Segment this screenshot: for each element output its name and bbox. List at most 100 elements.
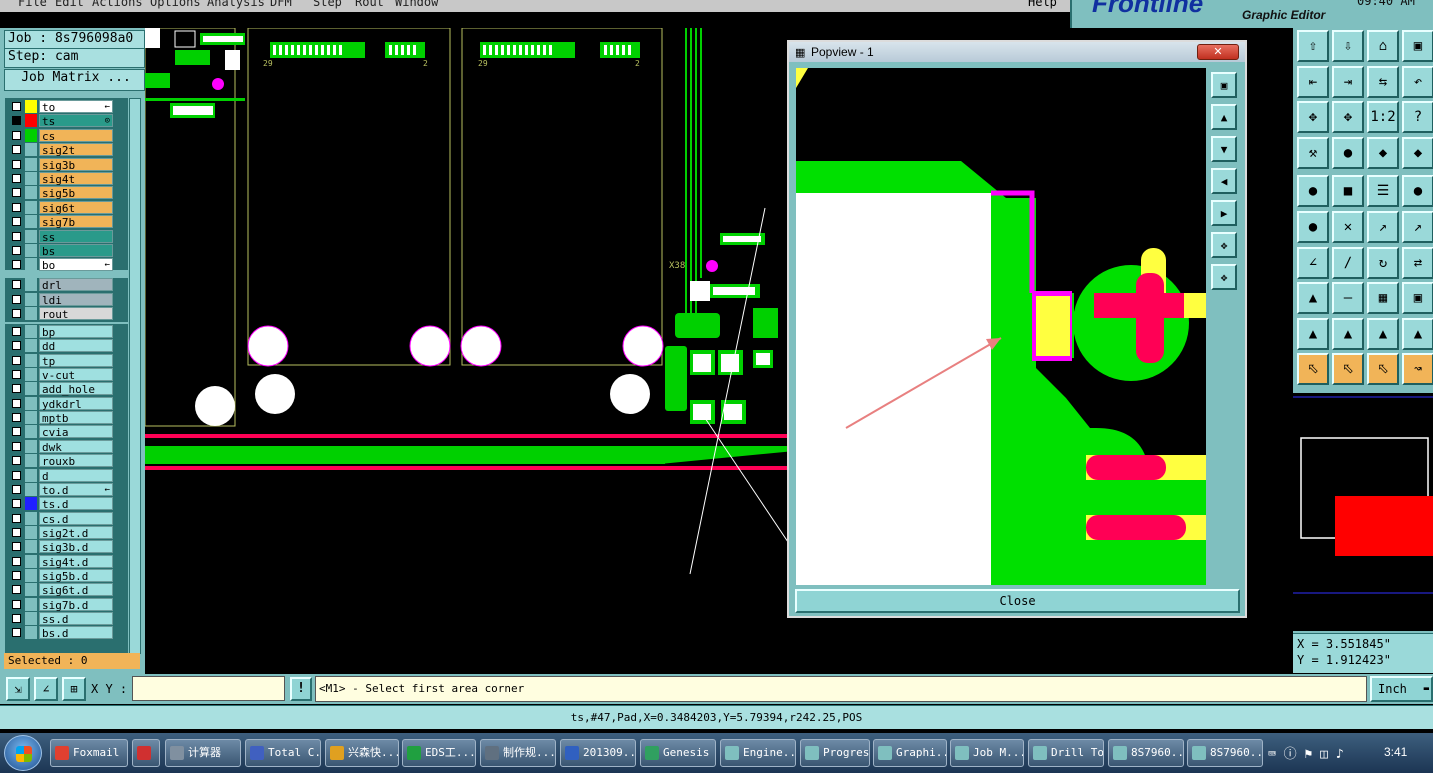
taskbar-item[interactable]: 计算器 <box>165 739 241 767</box>
layer-row[interactable]: ydkdrl <box>10 396 114 411</box>
layer-row[interactable]: sig6t.d <box>10 583 114 597</box>
layer-checkbox[interactable] <box>12 327 21 336</box>
layer-row[interactable]: ts.d <box>10 497 114 511</box>
layer-checkbox[interactable] <box>12 398 21 408</box>
layer-checkbox[interactable] <box>12 456 21 466</box>
layer-color-swatch[interactable] <box>25 626 37 640</box>
popview-move-icon[interactable]: ✥ <box>1211 264 1237 290</box>
taskbar-item[interactable]: 201309... <box>560 739 636 767</box>
layer-color-swatch[interactable] <box>25 100 37 113</box>
layer-checkbox[interactable] <box>12 174 21 183</box>
taskbar-item[interactable]: 制作规... <box>480 739 556 767</box>
menu-dfm[interactable]: DFM <box>270 0 292 9</box>
units-select[interactable]: Inch ▬ <box>1370 676 1433 702</box>
taskbar-item[interactable]: Job M... <box>950 739 1024 767</box>
layer-row[interactable]: cs <box>10 128 114 143</box>
layer-color-swatch[interactable] <box>25 454 37 468</box>
layer-row[interactable]: sig2t.d <box>10 525 114 540</box>
layer-color-swatch[interactable] <box>25 215 37 229</box>
layer-name[interactable]: to ← <box>39 100 113 114</box>
layer-color-swatch[interactable] <box>25 612 37 625</box>
layer-checkbox[interactable] <box>12 355 21 365</box>
taskbar-item[interactable]: 8S7960... <box>1108 739 1184 767</box>
layer-checkbox[interactable] <box>12 217 21 227</box>
menu-help[interactable]: Help <box>1028 0 1057 9</box>
layer-name[interactable]: ydkdrl <box>39 396 113 411</box>
rotate-icon[interactable]: ↻ <box>1367 246 1399 279</box>
layer-name[interactable]: ts ⊙ <box>39 114 113 128</box>
layer-name[interactable]: sig2t <box>39 143 113 157</box>
flag-icon[interactable]: ⚑ <box>1305 747 1313 762</box>
taskbar-item[interactable] <box>132 739 160 767</box>
layer-checkbox[interactable] <box>12 628 21 638</box>
layer-checkbox[interactable] <box>12 570 21 580</box>
measure-icon[interactable]: ∠ <box>34 677 58 701</box>
layer-name[interactable]: sig4t.d <box>39 554 113 569</box>
point-icon[interactable]: ↗ <box>1402 211 1433 243</box>
layer-row[interactable]: add_hole <box>10 382 114 396</box>
layer-row[interactable]: tp <box>10 353 114 368</box>
popview-pan-right-icon[interactable]: ▶ <box>1211 200 1237 226</box>
help-icon[interactable]: ⓘ <box>1284 747 1297 762</box>
layer-checkbox[interactable] <box>12 246 21 255</box>
popview-center-icon[interactable]: ✥ <box>1211 232 1237 258</box>
arrow-c-icon[interactable]: ▲ <box>1402 317 1433 350</box>
network-icon[interactable]: ◫ <box>1320 747 1328 762</box>
layer-name[interactable]: ss.d <box>39 612 113 626</box>
layer-color-swatch[interactable] <box>25 482 37 496</box>
layer-name[interactable]: bs <box>39 244 113 258</box>
layer-name[interactable]: drl <box>39 278 113 292</box>
layer-checkbox[interactable] <box>12 599 21 609</box>
layer-name[interactable]: rout <box>39 307 113 321</box>
grid-icon[interactable]: ⊞ <box>62 677 86 701</box>
layer-row[interactable]: sig3b.d <box>10 540 114 554</box>
layer-checkbox[interactable] <box>12 116 21 126</box>
layer-row[interactable]: sig5b <box>10 186 114 200</box>
menu-window[interactable]: Window <box>395 0 438 9</box>
layer-name[interactable]: bs.d <box>39 626 113 640</box>
layer-row[interactable]: mptb <box>10 411 114 425</box>
xy-input[interactable] <box>132 676 285 701</box>
layer-color-swatch[interactable] <box>25 114 37 128</box>
taskbar-item[interactable]: Engine... <box>720 739 796 767</box>
layer-color-swatch[interactable] <box>25 368 37 382</box>
layer-color-swatch[interactable] <box>25 554 37 568</box>
delete-icon[interactable]: ✕ <box>1332 211 1364 243</box>
layer-name[interactable]: sig4t <box>39 172 113 186</box>
layer-color-swatch[interactable] <box>25 292 37 306</box>
layer-color-swatch[interactable] <box>25 278 37 291</box>
layer-name[interactable]: bo ← <box>39 258 113 272</box>
feature-icon[interactable]: ■ <box>1332 175 1364 208</box>
layer-color-swatch[interactable] <box>25 339 37 353</box>
step-out-icon[interactable]: ⇥ <box>1332 65 1364 98</box>
layer-checkbox[interactable] <box>12 542 21 552</box>
layer-row[interactable]: d <box>10 468 114 483</box>
layer-color-swatch[interactable] <box>25 200 37 214</box>
layer-name[interactable]: cs <box>39 128 113 143</box>
layer-color-swatch[interactable] <box>25 425 37 439</box>
layer-name[interactable]: sig6t <box>39 200 113 215</box>
layer-name[interactable]: sig7b.d <box>39 597 113 612</box>
line-icon[interactable]: ↗ <box>1367 211 1399 243</box>
layer-name[interactable]: sig2t.d <box>39 525 113 540</box>
layer-checkbox[interactable] <box>12 499 21 509</box>
zoom-center-icon[interactable]: ✥ <box>1332 101 1364 134</box>
taskbar-item[interactable]: Graphi... <box>873 739 947 767</box>
layer-color-swatch[interactable] <box>25 143 37 157</box>
layer-checkbox[interactable] <box>12 130 21 140</box>
layer-color-swatch[interactable] <box>25 307 37 320</box>
layer-row[interactable]: bp <box>10 325 114 339</box>
layer-checkbox[interactable] <box>12 384 21 394</box>
layer-name[interactable]: sig3b <box>39 157 113 172</box>
arrow-a-icon[interactable]: ▲ <box>1332 317 1364 350</box>
layer-checkbox[interactable] <box>12 309 21 318</box>
taskbar-item[interactable]: EDS工... <box>402 739 476 767</box>
layer-row[interactable]: sig2t <box>10 143 114 157</box>
layer-checkbox[interactable] <box>12 145 21 155</box>
ruler-icon[interactable]: ☰ <box>1367 175 1399 208</box>
menu-rout[interactable]: Rout <box>355 0 384 9</box>
layer-name[interactable]: v-cut <box>39 368 113 382</box>
layer-color-swatch[interactable] <box>25 128 37 142</box>
mirror-icon[interactable]: ⇄ <box>1402 246 1433 279</box>
layer-name[interactable]: dwk <box>39 439 113 454</box>
